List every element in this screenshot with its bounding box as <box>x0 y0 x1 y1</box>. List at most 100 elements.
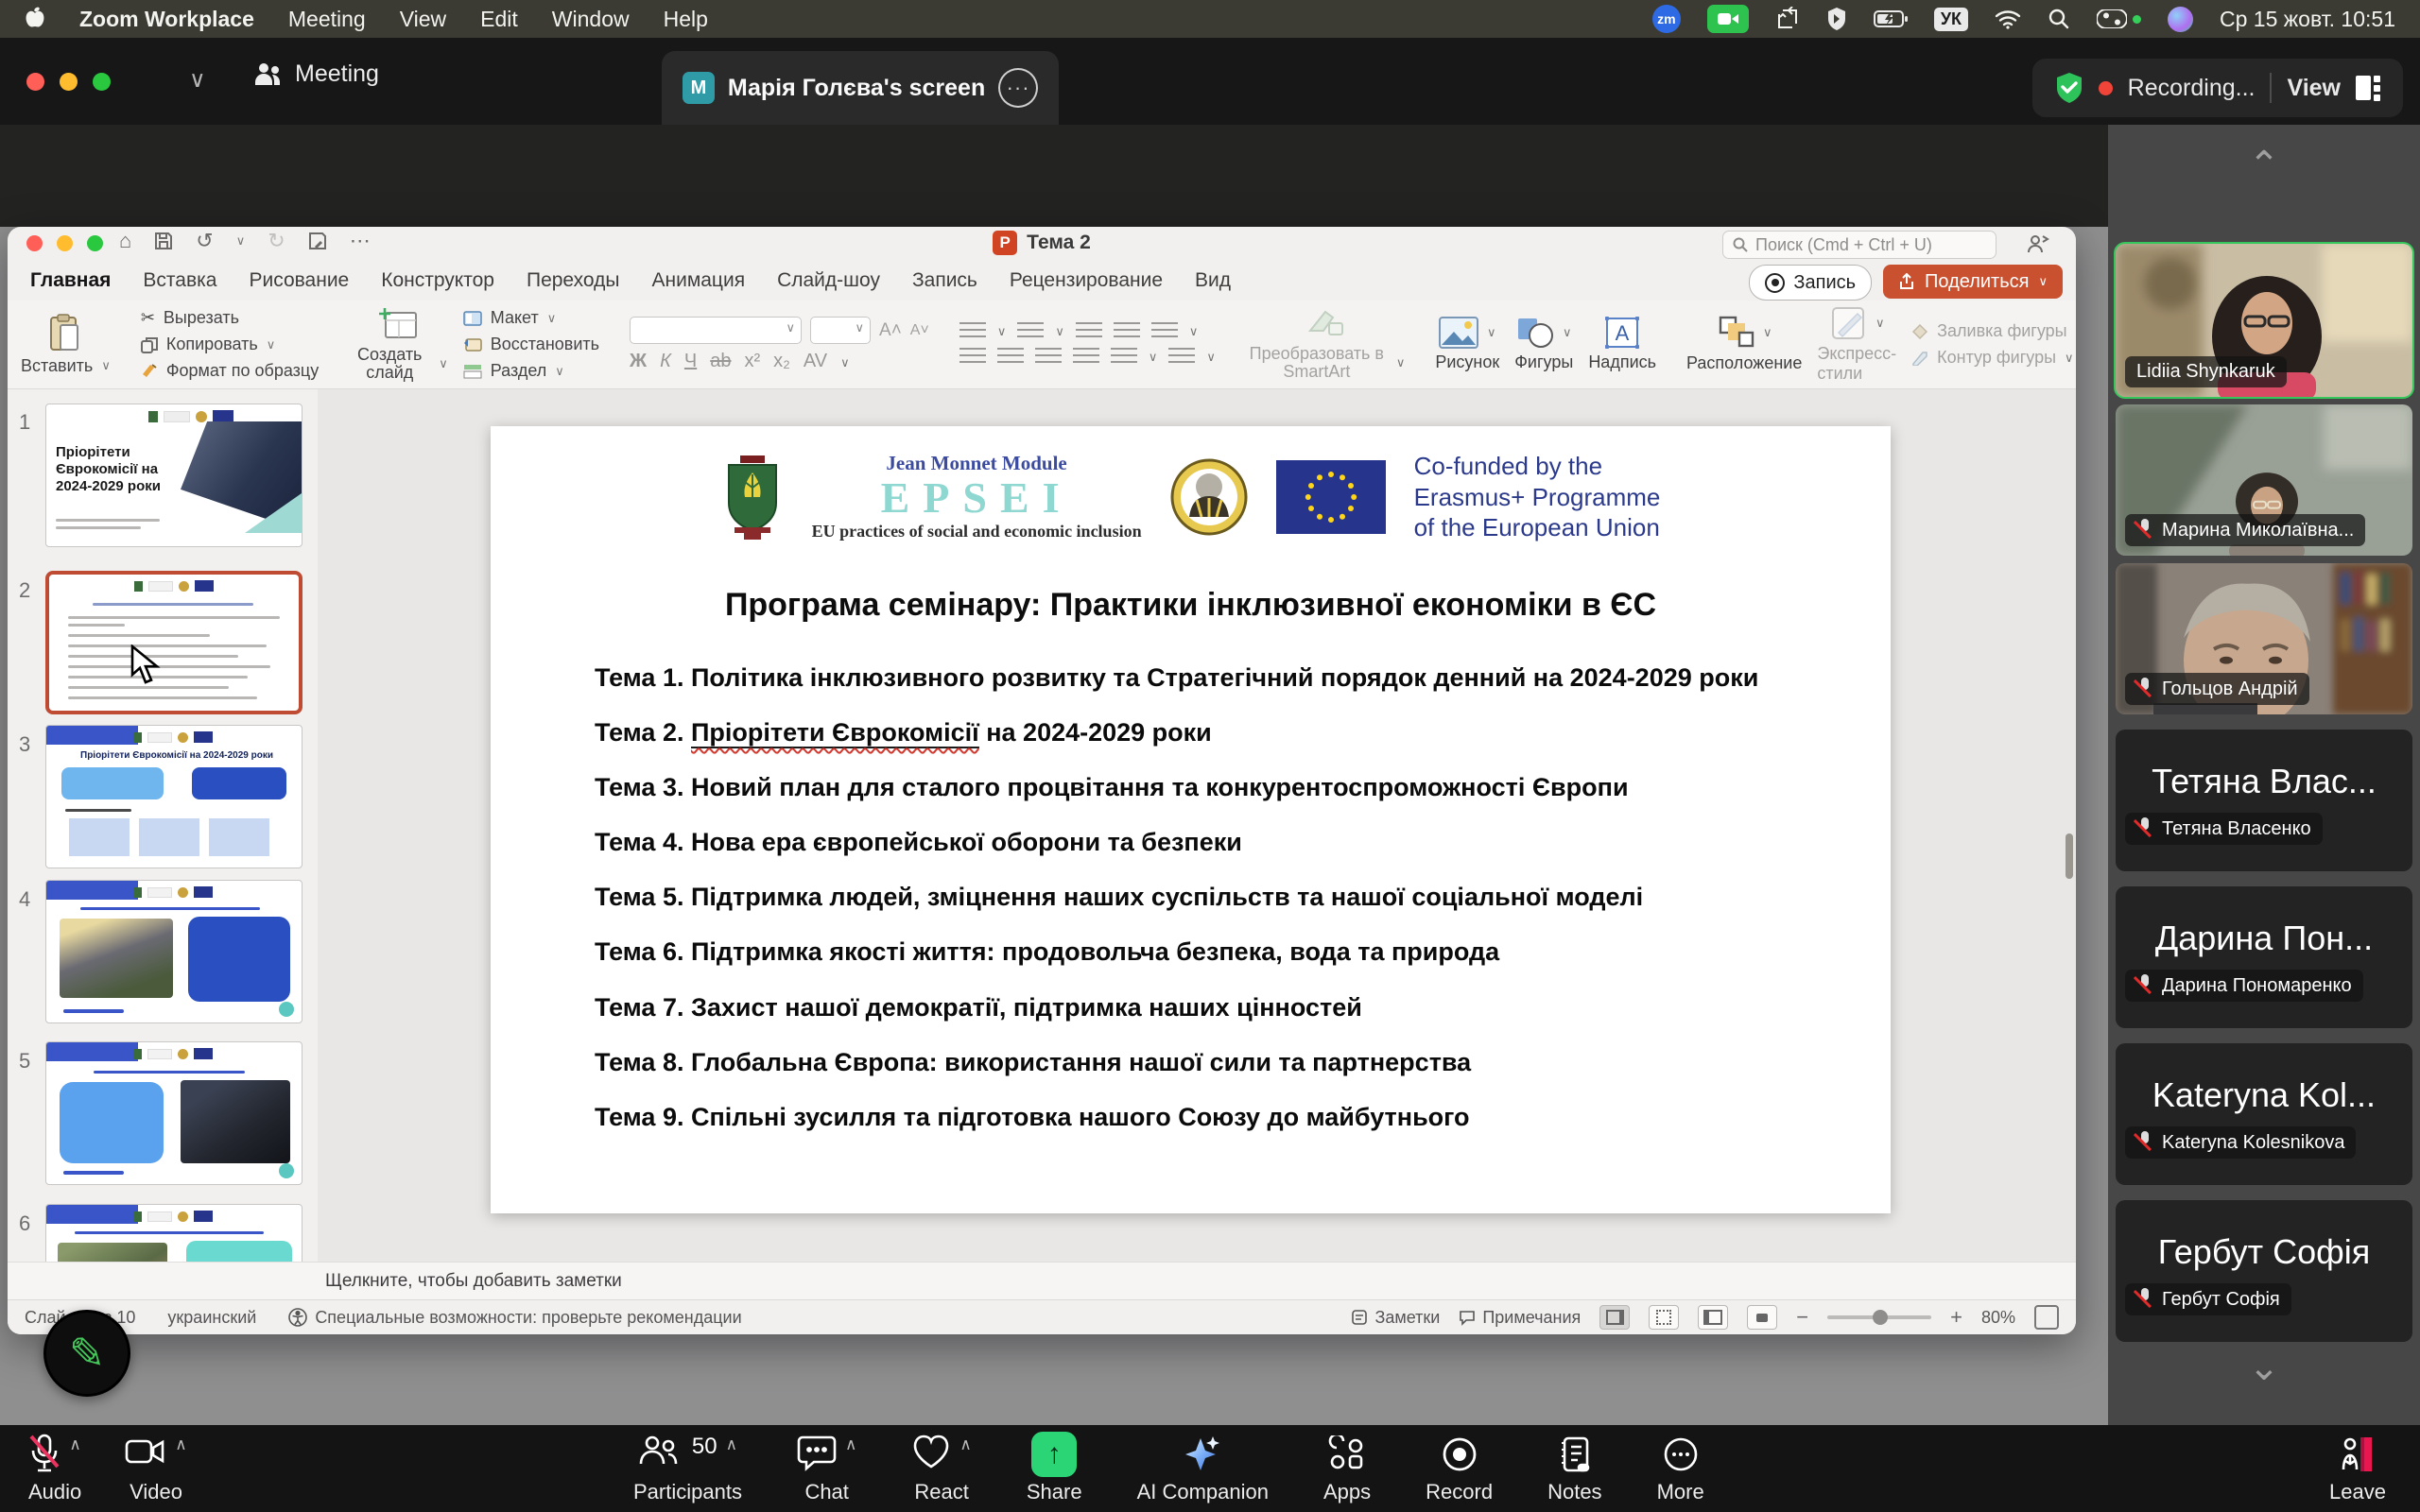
apple-icon[interactable] <box>25 7 45 31</box>
slide-sorter-view-button[interactable] <box>1649 1305 1679 1330</box>
wifi-icon[interactable] <box>1995 9 2021 29</box>
participant-video-goltsov[interactable]: Гольцов Андрій <box>2116 563 2412 714</box>
align-center-icon[interactable] <box>997 348 1024 367</box>
view-button[interactable]: View <box>2287 75 2341 102</box>
normal-view-button[interactable] <box>1599 1305 1630 1330</box>
ppt-share-button[interactable]: Поделиться ∨ <box>1883 265 2063 299</box>
shield-menu-icon[interactable] <box>1826 7 1847 31</box>
video-options-chevron-icon[interactable]: ∧ <box>175 1435 186 1454</box>
tab-glavnaya[interactable]: Главная <box>30 269 111 292</box>
screen-mirroring-icon[interactable] <box>1775 7 1800 31</box>
justify-icon[interactable] <box>1073 348 1099 367</box>
shape-fill-button[interactable]: Заливка фигуры∨ <box>1911 321 2076 341</box>
accessibility-button[interactable]: Специальные возможности: проверьте реком… <box>288 1308 741 1328</box>
bullet-list-icon[interactable] <box>959 322 986 341</box>
minimize-window-button[interactable] <box>60 73 78 91</box>
smartart-button[interactable]: Преобразовать в SmartArt∨ <box>1246 308 1406 381</box>
line-spacing-icon[interactable] <box>1151 322 1178 341</box>
zoom-in-button[interactable]: + <box>1950 1305 1962 1330</box>
camera-active-icon[interactable] <box>1707 5 1749 33</box>
participants-button[interactable]: 50 ∧ Participants <box>633 1434 742 1504</box>
zoom-slider[interactable] <box>1827 1315 1931 1319</box>
ai-companion-button[interactable]: AI Companion <box>1137 1434 1269 1504</box>
security-shield-icon[interactable] <box>2055 72 2083 104</box>
zoom-out-button[interactable]: − <box>1796 1305 1808 1330</box>
shape-outline-button[interactable]: Контур фигуры∨ <box>1911 348 2076 368</box>
section-button[interactable]: Раздел∨ <box>463 361 599 381</box>
scroll-up-chevron-icon[interactable]: ⌃ <box>2108 151 2420 180</box>
reset-button[interactable]: Восстановить <box>463 335 599 354</box>
control-center-icon[interactable] <box>2097 9 2141 28</box>
copy-button[interactable]: Копировать∨ <box>141 335 319 354</box>
video-button[interactable]: ∧ Video <box>125 1434 186 1504</box>
record-button[interactable]: Record <box>1426 1434 1493 1504</box>
react-chevron-icon[interactable]: ∧ <box>959 1435 971 1454</box>
char-spacing-button[interactable]: AV <box>804 351 827 372</box>
tab-slideshow[interactable]: Слайд-шоу <box>777 269 880 292</box>
chat-button[interactable]: ∧ Chat <box>797 1434 856 1504</box>
view-layout-icon[interactable] <box>2356 76 2380 101</box>
tab-konstruktor[interactable]: Конструктор <box>381 269 494 292</box>
tab-animatsiya[interactable]: Анимация <box>651 269 745 292</box>
language-button[interactable]: украинский <box>167 1308 256 1328</box>
zoom-level[interactable]: 80% <box>1981 1308 2015 1328</box>
font-size-select[interactable] <box>810 317 871 344</box>
align-left-icon[interactable] <box>959 348 986 367</box>
decrease-font-icon[interactable]: A˅ <box>910 322 929 339</box>
arrange-button[interactable]: ∨ Расположение <box>1686 316 1802 373</box>
tab-more-icon[interactable]: ··· <box>998 68 1038 108</box>
shapes-button[interactable]: ∨ Фигуры <box>1514 317 1573 372</box>
tab-vid[interactable]: Вид <box>1195 269 1231 292</box>
zoom-status-icon[interactable]: zm <box>1652 5 1681 33</box>
participant-tile-tetiana[interactable]: Тетяна Влас... Тетяна Власенко <box>2116 730 2412 871</box>
reading-view-button[interactable] <box>1698 1305 1728 1330</box>
comments-button[interactable]: Примечания <box>1459 1308 1581 1328</box>
share-screen-button[interactable]: ↑ Share <box>1027 1434 1082 1504</box>
slide-thumbnail-4[interactable] <box>45 880 302 1023</box>
menu-edit[interactable]: Edit <box>480 7 518 32</box>
chevron-down-icon[interactable]: ∨ <box>189 66 206 94</box>
notes-toggle-button[interactable]: Заметки <box>1351 1308 1440 1328</box>
format-painter-button[interactable]: Формат по образцу <box>141 361 319 381</box>
spotlight-search-icon[interactable] <box>2048 8 2070 30</box>
apps-button[interactable]: Apps <box>1323 1434 1371 1504</box>
menu-meeting[interactable]: Meeting <box>288 7 366 32</box>
annotation-pencil-button[interactable]: ✎ <box>43 1310 130 1397</box>
participant-video-maryna[interactable]: Марина Миколаївна... <box>2116 404 2412 556</box>
cut-button[interactable]: ✂ Вырезать <box>141 308 319 328</box>
quick-styles-button[interactable]: ∨ Экспресс-стили <box>1817 306 1896 384</box>
menu-window[interactable]: Window <box>552 7 630 32</box>
siri-icon[interactable] <box>2168 7 2193 32</box>
bold-button[interactable]: Ж <box>630 351 647 372</box>
italic-button[interactable]: К <box>660 351 671 372</box>
current-slide[interactable]: Jean Monnet Module EPSEI EU practices of… <box>491 426 1891 1213</box>
tab-shared-screen[interactable]: M Марія Голєва's screen ··· <box>662 51 1059 125</box>
tab-risovanie[interactable]: Рисование <box>249 269 349 292</box>
strikethrough-button[interactable]: ab <box>710 351 731 372</box>
notes-area[interactable]: Щелкните, чтобы добавить заметки <box>8 1262 2076 1299</box>
scroll-down-chevron-icon[interactable]: ⌄ <box>2108 1353 2420 1382</box>
zoom-window-button[interactable] <box>93 73 111 91</box>
decrease-indent-icon[interactable] <box>1076 322 1102 341</box>
fit-slide-button[interactable] <box>2034 1305 2059 1330</box>
close-window-button[interactable] <box>26 73 44 91</box>
participants-chevron-icon[interactable]: ∧ <box>726 1435 737 1454</box>
keyboard-layout-badge[interactable]: УК <box>1934 8 1968 31</box>
slide-thumbnail-2-selected[interactable] <box>45 571 302 714</box>
increase-font-icon[interactable]: A˄ <box>879 320 902 341</box>
new-slide-button[interactable]: Создать слайд∨ <box>349 307 448 382</box>
menu-view[interactable]: View <box>400 7 446 32</box>
slide-thumbnail-6[interactable] <box>45 1204 302 1262</box>
slide-thumbnail-1[interactable]: Пріорітети Єврокомісії на 2024-2029 роки <box>45 404 302 547</box>
layout-button[interactable]: Макет∨ <box>463 308 599 328</box>
increase-indent-icon[interactable] <box>1114 322 1140 341</box>
text-direction-icon[interactable] <box>1111 348 1137 367</box>
slide-thumbnail-5[interactable] <box>45 1041 302 1185</box>
search-input[interactable]: Поиск (Cmd + Ctrl + U) <box>1722 231 1996 259</box>
align-right-icon[interactable] <box>1035 348 1062 367</box>
subscript-button[interactable]: x₂ <box>773 351 790 372</box>
notes-button[interactable]: Notes <box>1547 1434 1601 1504</box>
tab-zapis[interactable]: Запись <box>912 269 977 292</box>
tab-meeting[interactable]: Meeting <box>253 60 379 88</box>
tab-vstavka[interactable]: Вставка <box>143 269 216 292</box>
